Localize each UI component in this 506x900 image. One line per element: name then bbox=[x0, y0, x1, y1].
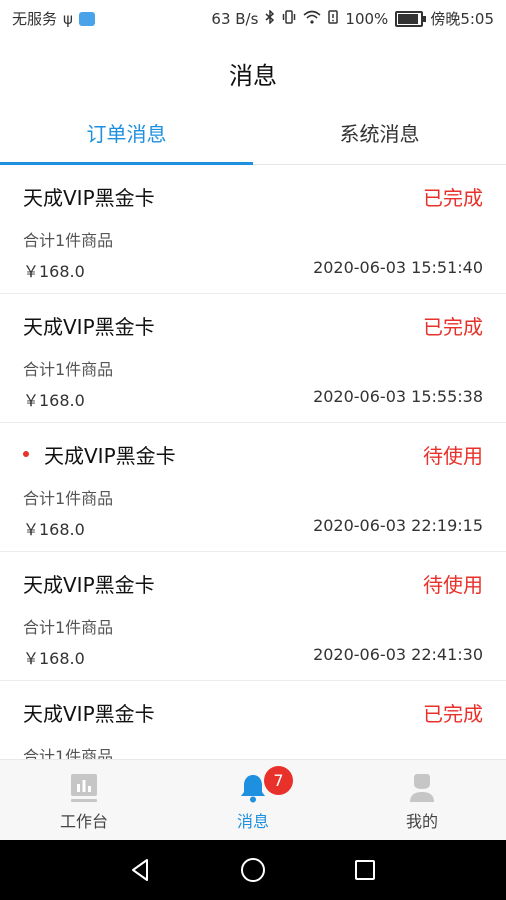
nav-profile[interactable]: 我的 bbox=[338, 760, 506, 841]
order-card[interactable]: 天成VIP黑金卡 已完成 合计1件商品 ￥168.0 2020-06-03 15… bbox=[0, 294, 506, 423]
order-time: 2020-06-03 15:51:40 bbox=[313, 258, 483, 277]
home-circle-icon[interactable] bbox=[237, 854, 269, 886]
status-bar: 无服务 ψ 63 B/s 100% 傍晚5:05 bbox=[0, 0, 506, 34]
notification-app-icon bbox=[78, 11, 95, 26]
battery-percent: 100% bbox=[345, 9, 389, 28]
nav-workbench[interactable]: 工作台 bbox=[0, 760, 168, 841]
system-navigation-bar bbox=[0, 840, 506, 900]
order-card[interactable]: 天成VIP黑金卡 已完成 合计1件商品 ￥168.0 2020-06-03 15… bbox=[0, 165, 506, 294]
order-price: ￥168.0 bbox=[23, 520, 85, 539]
order-time: 2020-06-03 22:41:30 bbox=[313, 645, 483, 664]
order-name: 天成VIP黑金卡 bbox=[23, 702, 155, 726]
carrier-text: 无服务 bbox=[12, 10, 58, 28]
page-title: 消息 bbox=[229, 62, 277, 90]
usb-icon: ψ bbox=[63, 9, 73, 28]
order-time: 2020-06-03 15:55:38 bbox=[313, 387, 483, 406]
order-card[interactable]: 天成VIP黑金卡 待使用 合计1件商品 ￥168.0 2020-06-03 22… bbox=[0, 552, 506, 681]
profile-icon bbox=[408, 772, 436, 804]
order-item-count: 合计1件商品 bbox=[23, 618, 114, 637]
nav-profile-label: 我的 bbox=[405, 812, 438, 831]
bottom-navigation: 工作台 7 消息 我的 bbox=[0, 759, 506, 841]
message-tabs: 订单消息 系统消息 bbox=[0, 104, 506, 165]
recents-square-icon[interactable] bbox=[349, 854, 381, 886]
order-item-count: 合计1件商品 bbox=[23, 489, 114, 508]
order-card[interactable]: 天成VIP黑金卡 已完成 合计1件商品 bbox=[0, 681, 506, 759]
message-count-badge: 7 bbox=[264, 766, 293, 795]
title-bar: 消息 bbox=[0, 34, 506, 104]
order-item-count: 合计1件商品 bbox=[23, 747, 114, 759]
order-name: 天成VIP黑金卡 bbox=[23, 186, 155, 210]
battery-icon bbox=[395, 10, 427, 27]
order-price: ￥168.0 bbox=[23, 391, 85, 410]
nav-messages[interactable]: 7 消息 bbox=[169, 760, 337, 841]
order-name: 天成VIP黑金卡 bbox=[44, 444, 176, 468]
order-time: 2020-06-03 22:19:15 bbox=[313, 516, 483, 535]
order-card[interactable]: 天成VIP黑金卡 待使用 合计1件商品 ￥168.0 2020-06-03 22… bbox=[0, 423, 506, 552]
unread-dot bbox=[23, 451, 29, 457]
nav-workbench-label: 工作台 bbox=[59, 812, 108, 831]
order-item-count: 合计1件商品 bbox=[23, 231, 114, 250]
order-message-list: 天成VIP黑金卡 已完成 合计1件商品 ￥168.0 2020-06-03 15… bbox=[0, 165, 506, 759]
order-status: 待使用 bbox=[423, 444, 483, 468]
workbench-chart-icon bbox=[70, 772, 98, 804]
order-price: ￥168.0 bbox=[23, 262, 85, 281]
bluetooth-icon bbox=[265, 8, 275, 28]
nav-messages-label: 消息 bbox=[236, 812, 269, 831]
order-status: 待使用 bbox=[423, 573, 483, 597]
order-name: 天成VIP黑金卡 bbox=[23, 573, 155, 597]
clock-text: 傍晚5:05 bbox=[430, 10, 494, 28]
back-triangle-icon[interactable] bbox=[125, 854, 157, 886]
net-speed-text: 63 B/s bbox=[211, 9, 259, 28]
order-price: ￥168.0 bbox=[23, 649, 85, 668]
status-left: 无服务 ψ bbox=[12, 8, 95, 29]
order-name: 天成VIP黑金卡 bbox=[23, 315, 155, 339]
order-item-count: 合计1件商品 bbox=[23, 360, 114, 379]
order-status: 已完成 bbox=[423, 702, 483, 726]
status-right: 63 B/s 100% 傍晚5:05 bbox=[211, 8, 494, 29]
tab-order-messages-label: 订单消息 bbox=[86, 122, 167, 146]
tab-order-messages[interactable]: 订单消息 bbox=[0, 104, 253, 164]
order-status: 已完成 bbox=[423, 315, 483, 339]
wifi-icon bbox=[303, 10, 321, 28]
sim-alert-icon bbox=[328, 9, 339, 28]
vibrate-icon bbox=[282, 9, 296, 28]
tab-system-messages[interactable]: 系统消息 bbox=[253, 104, 506, 164]
bell-icon bbox=[239, 772, 267, 804]
order-status: 已完成 bbox=[423, 186, 483, 210]
tab-system-messages-label: 系统消息 bbox=[339, 122, 420, 146]
battery-fill bbox=[398, 13, 419, 24]
